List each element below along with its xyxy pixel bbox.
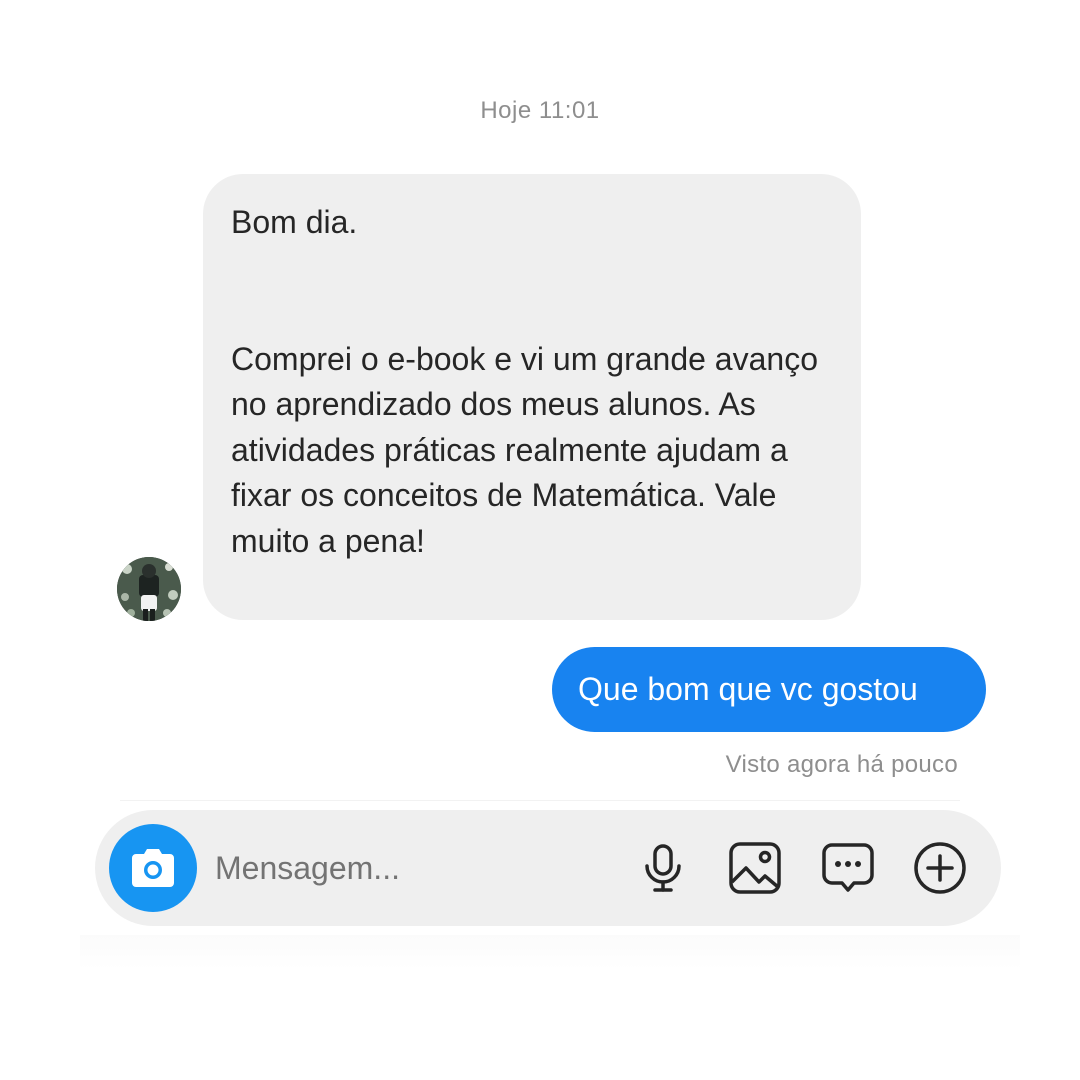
date-timestamp: Hoje 11:01: [480, 97, 600, 124]
voice-message-button[interactable]: [635, 840, 691, 896]
seen-status: Visto agora há pouco: [725, 751, 958, 778]
message-input[interactable]: [215, 840, 595, 896]
bottom-shadow: [80, 935, 1020, 970]
camera-icon: [132, 849, 174, 887]
sticker-icon: [822, 843, 874, 892]
incoming-message-bubble[interactable]: Bom dia. Comprei o e-book e vi um grande…: [203, 174, 861, 620]
gallery-icon: [729, 842, 781, 894]
plus-circle-icon: [914, 842, 966, 894]
microphone-icon: [645, 844, 681, 892]
gallery-button[interactable]: [727, 840, 783, 896]
divider: [120, 800, 960, 801]
message-composer: [95, 810, 1001, 926]
outgoing-message-bubble[interactable]: Que bom que vc gostou: [552, 647, 986, 732]
user-avatar-icon: [117, 557, 181, 621]
sender-avatar[interactable]: [117, 557, 181, 621]
more-options-button[interactable]: [912, 840, 968, 896]
incoming-message-greeting: Bom dia.: [231, 204, 358, 240]
camera-button[interactable]: [109, 824, 197, 912]
incoming-message-body: Comprei o e-book e vi um grande avanço n…: [231, 340, 818, 559]
sticker-button[interactable]: [820, 840, 876, 896]
